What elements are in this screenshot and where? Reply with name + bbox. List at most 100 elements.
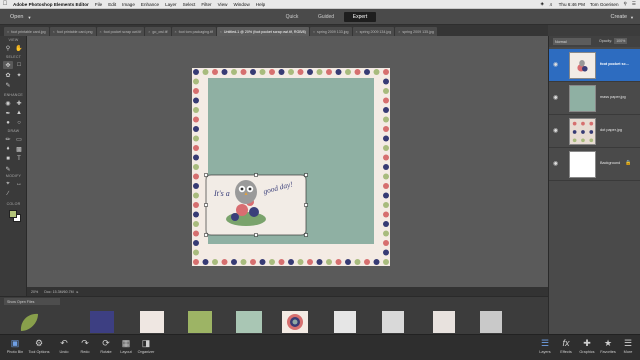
eye-icon[interactable]: ◉ xyxy=(553,160,558,167)
transform-handle[interactable] xyxy=(204,203,208,207)
quick-selection-icon[interactable]: ✎ xyxy=(3,81,13,89)
menubar-user[interactable]: Tom Goerisen xyxy=(590,2,619,7)
notification-icon[interactable]: ☰ xyxy=(632,1,636,7)
close-icon[interactable]: × xyxy=(398,30,400,34)
hand-icon[interactable]: ✋ xyxy=(14,44,24,52)
doc-tab[interactable]: × foot pocket scrap owl.tif xyxy=(96,27,145,36)
recompose-icon[interactable]: ↔ xyxy=(14,180,24,188)
clone-stamp-icon[interactable]: ▲ xyxy=(14,109,24,117)
doc-tab[interactable]: × spring 2009 133.jpg xyxy=(309,27,352,36)
marquee-icon[interactable]: □ xyxy=(14,61,24,69)
close-icon[interactable]: × xyxy=(220,30,222,34)
magic-wand-icon[interactable]: ✦ xyxy=(14,71,24,79)
show-open-files-select[interactable]: Show Open Files xyxy=(4,298,60,305)
close-icon[interactable]: × xyxy=(175,30,177,34)
layer-row-dot-paper[interactable]: ◉ dot paper.jpg xyxy=(549,115,640,148)
pencil-icon[interactable]: ✎ xyxy=(3,165,13,173)
transform-handle[interactable] xyxy=(204,173,208,177)
transform-handle[interactable] xyxy=(254,173,258,177)
open-button[interactable]: Open ▼ xyxy=(6,12,35,22)
bin-thumbnail-pocket[interactable] xyxy=(480,311,502,333)
close-icon[interactable]: × xyxy=(7,30,9,34)
mode-expert[interactable]: Expert xyxy=(344,12,376,22)
doc-tab[interactable]: × foot printable card.jpg xyxy=(4,27,49,36)
transform-handle[interactable] xyxy=(304,233,308,237)
mode-quick[interactable]: Quick xyxy=(276,12,308,22)
eye-icon[interactable]: ◉ xyxy=(553,94,558,101)
close-icon[interactable]: × xyxy=(100,30,102,34)
shape-icon[interactable]: ■ xyxy=(3,155,13,163)
blur-icon[interactable]: ● xyxy=(3,119,13,127)
doc-tab[interactable]: × foot printable card.png xyxy=(49,27,96,36)
organizer-button[interactable]: ◨ Organizer xyxy=(134,338,158,354)
bin-thumbnail-leaf[interactable] xyxy=(16,311,42,333)
eye-icon[interactable]: ◉ xyxy=(553,61,558,68)
text-icon[interactable]: T xyxy=(14,155,24,163)
transform-handle[interactable] xyxy=(204,233,208,237)
bin-thumbnail-owl-frame[interactable] xyxy=(282,311,308,333)
crop-icon[interactable]: ⌖ xyxy=(3,180,13,188)
create-button[interactable]: Create ▼ xyxy=(611,12,634,22)
close-icon[interactable]: × xyxy=(356,30,358,34)
menu-view[interactable]: View xyxy=(215,2,231,7)
more-button[interactable]: ☰ More xyxy=(616,338,640,354)
menu-window[interactable]: Window xyxy=(230,2,252,7)
bin-thumbnail-green-paper[interactable] xyxy=(188,311,212,333)
menu-filter[interactable]: Filter xyxy=(198,2,214,7)
menubar-clock[interactable]: Thu 6:46 PM xyxy=(559,2,585,7)
tool-options-button[interactable]: ⚙ Tool Options xyxy=(27,338,51,354)
layer-row-mass-paper[interactable]: ◉ mass paper.jpg xyxy=(549,82,640,115)
bin-thumbnail-card-layout[interactable] xyxy=(334,311,356,333)
lock-icon[interactable]: 🔒 xyxy=(625,160,631,166)
blend-mode-select[interactable]: Normal xyxy=(553,38,591,45)
doc-tab[interactable]: × foot tom packaging.tif xyxy=(171,27,216,36)
doc-tab-active[interactable]: × Untitled-1 @ 20% (foot pocket scrap owl… xyxy=(216,27,309,36)
eye-icon[interactable]: ◉ xyxy=(553,127,558,134)
smart-brush-icon[interactable]: ✒ xyxy=(3,109,13,117)
paint-bucket-icon[interactable]: ♦ xyxy=(3,145,13,153)
zoom-level[interactable]: 20% xyxy=(31,290,38,294)
doc-tab[interactable]: × go_owl.tif xyxy=(145,27,171,36)
menu-select[interactable]: Select xyxy=(180,2,199,7)
apple-icon[interactable]:  xyxy=(0,1,10,7)
zoom-icon[interactable]: ⚲ xyxy=(3,44,13,52)
bin-thumbnail-pattern[interactable] xyxy=(433,311,455,333)
menu-layer[interactable]: Layer xyxy=(162,2,180,7)
menu-file[interactable]: File xyxy=(92,2,105,7)
spot-healing-icon[interactable]: ✚ xyxy=(14,99,24,107)
transform-handle[interactable] xyxy=(304,173,308,177)
foreground-color-swatch[interactable] xyxy=(9,210,17,218)
sponge-icon[interactable]: ○ xyxy=(14,119,24,127)
gradient-icon[interactable]: ▩ xyxy=(14,145,24,153)
opacity-value[interactable]: 100% xyxy=(614,38,628,44)
spotlight-icon[interactable]: ⚲ xyxy=(624,1,627,7)
photo-bin-button[interactable]: ▣ Photo Bin xyxy=(3,338,27,354)
bin-thumbnail-mint-paper[interactable] xyxy=(236,311,262,333)
layer-row-pocket[interactable]: ◉ foot pocket sc... xyxy=(549,49,640,82)
close-icon[interactable]: × xyxy=(148,30,150,34)
close-icon[interactable]: × xyxy=(313,30,315,34)
layer-row-background[interactable]: ◉ Background 🔒 xyxy=(549,148,640,181)
brush-icon[interactable]: ✏ xyxy=(3,135,13,143)
doc-tab[interactable]: × spring 2009 134.jpg xyxy=(352,27,395,36)
transform-handle[interactable] xyxy=(304,203,308,207)
doc-tab[interactable]: × spring 2009 135.jpg xyxy=(395,27,437,36)
straighten-icon[interactable]: ∕ xyxy=(3,190,13,198)
bin-thumbnail-navy-paper[interactable] xyxy=(90,311,114,333)
menu-help[interactable]: Help xyxy=(253,2,268,7)
move-tool-icon[interactable]: ✥ xyxy=(3,61,13,69)
chevron-right-icon[interactable]: ▸ xyxy=(77,290,79,294)
canvas-area[interactable]: It's a good day! xyxy=(27,36,548,287)
bin-thumbnail-collage[interactable] xyxy=(382,311,404,333)
eraser-icon[interactable]: ▭ xyxy=(14,135,24,143)
document-canvas[interactable]: It's a good day! xyxy=(192,68,390,266)
red-eye-icon[interactable]: ◉ xyxy=(3,99,13,107)
lasso-icon[interactable]: ✿ xyxy=(3,71,13,79)
menu-enhance[interactable]: Enhance xyxy=(138,2,162,7)
bin-thumbnail-light-paper[interactable] xyxy=(140,311,164,333)
mode-guided[interactable]: Guided xyxy=(310,12,342,22)
menu-app-name[interactable]: Adobe Photoshop Elements Editor xyxy=(10,2,92,7)
wifi-icon[interactable]: ◈ xyxy=(540,1,544,7)
transform-handle[interactable] xyxy=(254,233,258,237)
volume-icon[interactable]: ♬ xyxy=(549,2,554,7)
